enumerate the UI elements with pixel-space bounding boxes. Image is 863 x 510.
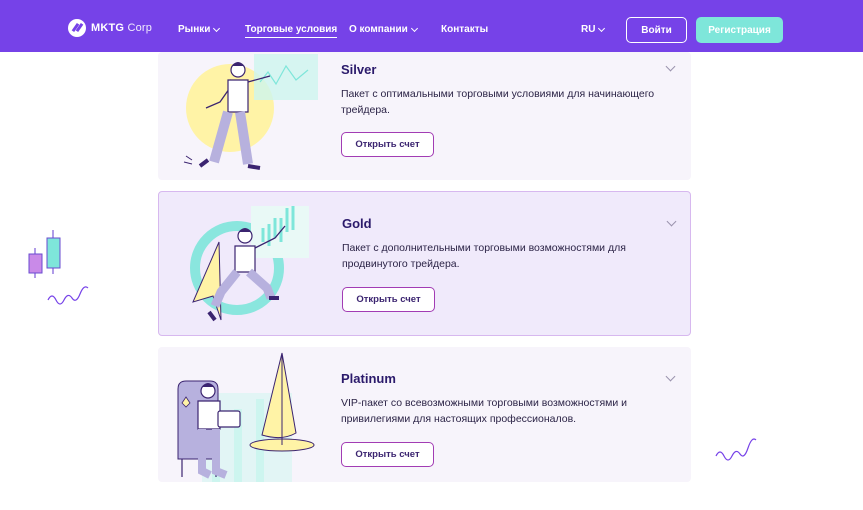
logo-brand: MKTG bbox=[91, 22, 125, 34]
card-title: Platinum bbox=[341, 371, 396, 386]
trader-illustration bbox=[183, 54, 318, 170]
card-description: VIP-пакет со всевозможными торговыми воз… bbox=[341, 397, 628, 425]
card-gold: Gold Пакет с дополнительными торговыми в… bbox=[158, 191, 691, 336]
chevron-down-icon bbox=[410, 24, 418, 32]
card-silver: Silver Пакет с оптимальными торговыми ус… bbox=[158, 52, 691, 180]
card-description: Пакет с оптимальными торговыми условиями… bbox=[341, 88, 655, 116]
language-label: RU bbox=[581, 24, 596, 35]
open-account-button[interactable]: Открыть счет bbox=[341, 132, 434, 157]
nav-item-about[interactable]: О компании bbox=[349, 24, 418, 35]
candlestick-decoration bbox=[28, 230, 89, 305]
nav-label: Рынки bbox=[178, 24, 211, 35]
logo-icon bbox=[68, 19, 86, 37]
register-button[interactable]: Регистрация bbox=[696, 17, 783, 43]
chevron-down-icon[interactable] bbox=[665, 371, 676, 382]
logo-suffix: Corp bbox=[127, 22, 153, 34]
top-navbar: MKTG Corp Рынки Торговые условия О компа… bbox=[0, 0, 863, 52]
open-account-button[interactable]: Открыть счет bbox=[342, 287, 435, 312]
nav-item-contacts[interactable]: Контакты bbox=[441, 24, 488, 35]
open-account-button[interactable]: Открыть счет bbox=[341, 442, 434, 467]
trader-illustration bbox=[177, 352, 315, 482]
nav-label: Торговые условия bbox=[245, 24, 338, 35]
nav-item-trading-conditions[interactable]: Торговые условия bbox=[245, 24, 338, 38]
nav-label: О компании bbox=[349, 24, 408, 35]
trader-illustration bbox=[190, 206, 309, 322]
chevron-down-icon[interactable] bbox=[665, 61, 676, 72]
nav-item-markets[interactable]: Рынки bbox=[178, 24, 221, 35]
chevron-down-icon[interactable] bbox=[666, 216, 677, 227]
logo[interactable]: MKTG Corp bbox=[68, 19, 152, 37]
chevron-down-icon bbox=[213, 24, 221, 32]
login-button[interactable]: Войти bbox=[626, 17, 687, 43]
card-title: Gold bbox=[342, 216, 372, 231]
card-description: Пакет с дополнительными торговыми возмож… bbox=[342, 242, 626, 270]
language-selector[interactable]: RU bbox=[581, 24, 606, 35]
nav-label: Контакты bbox=[441, 24, 489, 35]
chevron-down-icon bbox=[598, 24, 606, 32]
squiggle-decoration bbox=[715, 438, 757, 461]
card-platinum: Platinum VIP-пакет со всевозможными торг… bbox=[158, 347, 691, 482]
card-title: Silver bbox=[341, 62, 377, 77]
